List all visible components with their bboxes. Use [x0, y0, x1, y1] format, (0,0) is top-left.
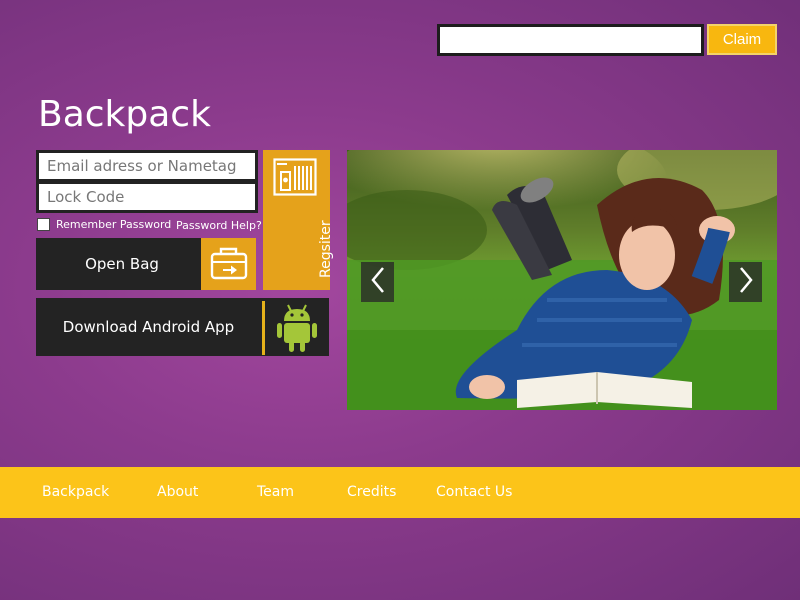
- remember-checkbox[interactable]: [37, 218, 50, 231]
- nav-credits[interactable]: Credits: [347, 467, 396, 518]
- page-title: Backpack: [38, 94, 211, 135]
- carousel-next-button[interactable]: [729, 262, 762, 302]
- nav-about[interactable]: About: [157, 467, 198, 518]
- footer-nav: Backpack About Team Credits Contact Us: [0, 467, 800, 518]
- password-help-link[interactable]: Password Help?: [176, 219, 262, 232]
- claim-input[interactable]: [437, 24, 704, 56]
- open-bag-label: Open Bag: [85, 255, 159, 273]
- android-icon: [274, 301, 320, 360]
- nav-backpack[interactable]: Backpack: [42, 467, 109, 518]
- nav-contact-us[interactable]: Contact Us: [436, 467, 512, 518]
- chevron-right-icon: [738, 266, 754, 299]
- nav-team[interactable]: Team: [257, 467, 294, 518]
- lock-code-field[interactable]: [36, 181, 258, 213]
- remember-label: Remember Password: [56, 218, 172, 231]
- download-android-label: Download Android App: [62, 318, 235, 336]
- girl-reading-photo: [347, 150, 777, 410]
- claim-button[interactable]: Claim: [707, 24, 777, 55]
- email-field[interactable]: [36, 150, 258, 182]
- download-android-button[interactable]: Download Android App: [36, 298, 329, 356]
- chevron-left-icon: [370, 266, 386, 299]
- remember-password[interactable]: Remember Password: [37, 218, 171, 231]
- register-button[interactable]: Regsiter: [263, 150, 334, 290]
- photo-carousel: [347, 150, 777, 410]
- bag-icon: [201, 238, 256, 290]
- id-card-icon: [273, 158, 317, 203]
- carousel-prev-button[interactable]: [361, 262, 394, 302]
- register-label: Regsiter: [318, 220, 334, 278]
- divider: [262, 301, 265, 355]
- open-bag-button[interactable]: Open Bag: [36, 238, 256, 290]
